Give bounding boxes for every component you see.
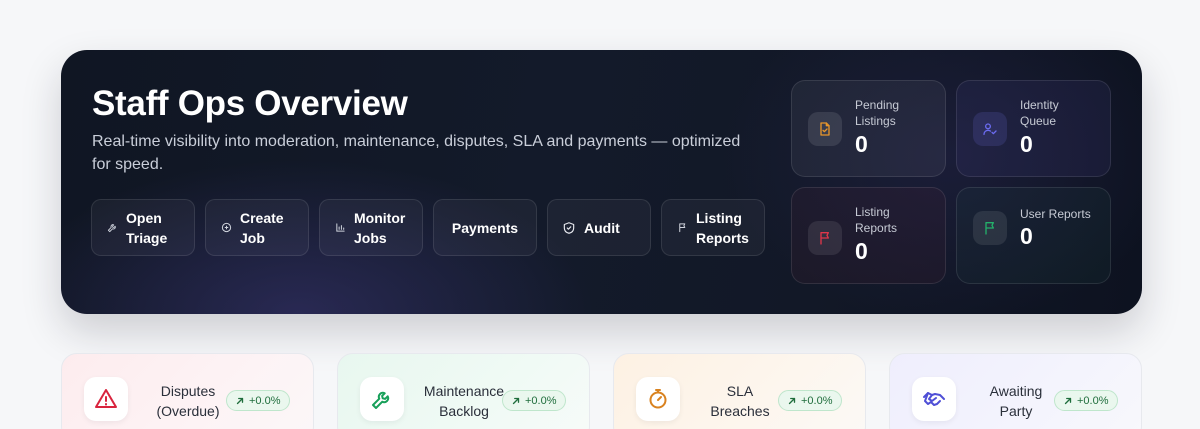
stat-label: Queue xyxy=(1020,114,1057,128)
trend-badge: +0.0% xyxy=(226,390,290,411)
kpi-label: Awaiting xyxy=(989,383,1043,399)
kpi-card-sla[interactable]: SLA Breaches +0.0% xyxy=(613,353,866,429)
monitor-jobs-button[interactable]: Monitor Jobs xyxy=(319,199,423,256)
bar-chart-icon xyxy=(334,222,346,234)
wrench-icon xyxy=(360,377,404,421)
trend-badge: +0.0% xyxy=(502,390,566,411)
kpi-card-disputes[interactable]: Disputes (Overdue) +0.0% xyxy=(61,353,314,429)
flag-icon xyxy=(676,222,688,234)
action-label: Listing xyxy=(696,209,742,226)
stat-value: 0 xyxy=(855,131,868,157)
trend-value: +0.0% xyxy=(801,394,833,407)
arrow-up-right-icon xyxy=(788,397,796,404)
stat-label: Listings xyxy=(855,114,896,128)
warning-triangle-icon xyxy=(84,377,128,421)
trend-value: +0.0% xyxy=(249,394,281,407)
listing-reports-button[interactable]: Listing Reports xyxy=(661,199,765,256)
handshake-icon xyxy=(912,377,956,421)
stat-value: 0 xyxy=(1020,223,1033,249)
trend-badge: +0.0% xyxy=(778,390,842,411)
shield-icon xyxy=(562,221,576,235)
stat-value: 0 xyxy=(1020,131,1033,157)
kpi-label: Party xyxy=(999,403,1033,419)
wrench-icon xyxy=(106,222,118,234)
action-label: Monitor xyxy=(354,209,406,226)
action-label: Job xyxy=(240,229,265,246)
action-label: Jobs xyxy=(354,229,387,246)
plus-circle-icon xyxy=(220,222,232,234)
action-label: Audit xyxy=(584,219,620,236)
kpi-label: Backlog xyxy=(439,403,489,419)
stat-label: Identity xyxy=(1020,98,1059,112)
stopwatch-icon xyxy=(636,377,680,421)
stat-label: User Reports xyxy=(1020,207,1091,221)
audit-button[interactable]: Audit xyxy=(547,199,651,256)
action-label: Open xyxy=(126,209,162,226)
quick-actions: Open Triage Create Job Monitor Jobs Payment… xyxy=(91,199,765,256)
kpi-label: SLA xyxy=(726,383,754,399)
stat-pending-listings[interactable]: Pending Listings 0 xyxy=(791,80,946,177)
create-job-button[interactable]: Create Job xyxy=(205,199,309,256)
trend-value: +0.0% xyxy=(1077,394,1109,407)
kpi-label: Maintenance xyxy=(423,383,505,399)
file-check-icon xyxy=(808,112,842,146)
stat-label: Pending xyxy=(855,98,900,112)
arrow-up-right-icon xyxy=(1064,397,1072,404)
action-label: Triage xyxy=(126,229,168,246)
action-label: Create xyxy=(240,209,284,226)
arrow-up-right-icon xyxy=(512,397,520,404)
page-subtitle: Real-time visibility into moderation, ma… xyxy=(92,133,741,173)
user-check-icon xyxy=(973,112,1007,146)
kpi-label: Disputes xyxy=(160,383,216,399)
kpi-card-awaiting-party[interactable]: Awaiting Party +0.0% xyxy=(889,353,1142,429)
action-label: Reports xyxy=(696,229,749,246)
hero-panel: Staff Ops Overview Real-time visibility … xyxy=(61,50,1142,314)
action-label: Payments xyxy=(451,219,519,236)
stat-value: 0 xyxy=(855,238,868,264)
payments-button[interactable]: Payments xyxy=(433,199,537,256)
trend-value: +0.0% xyxy=(525,394,557,407)
trend-badge: +0.0% xyxy=(1054,390,1118,411)
page-title: Staff Ops Overview xyxy=(92,84,408,123)
flag-icon xyxy=(808,221,842,255)
flag-icon xyxy=(973,211,1007,245)
arrow-up-right-icon xyxy=(236,397,244,404)
open-triage-button[interactable]: Open Triage xyxy=(91,199,195,256)
stat-user-reports[interactable]: User Reports 0 xyxy=(956,187,1111,284)
kpi-card-maintenance[interactable]: Maintenance Backlog +0.0% xyxy=(337,353,590,429)
stat-label: Reports xyxy=(855,221,898,235)
stat-listing-reports[interactable]: Listing Reports 0 xyxy=(791,187,946,284)
stat-identity-queue[interactable]: Identity Queue 0 xyxy=(956,80,1111,177)
kpi-label: Breaches xyxy=(710,403,770,419)
kpi-label: (Overdue) xyxy=(156,403,220,419)
stat-label: Listing xyxy=(855,205,890,219)
